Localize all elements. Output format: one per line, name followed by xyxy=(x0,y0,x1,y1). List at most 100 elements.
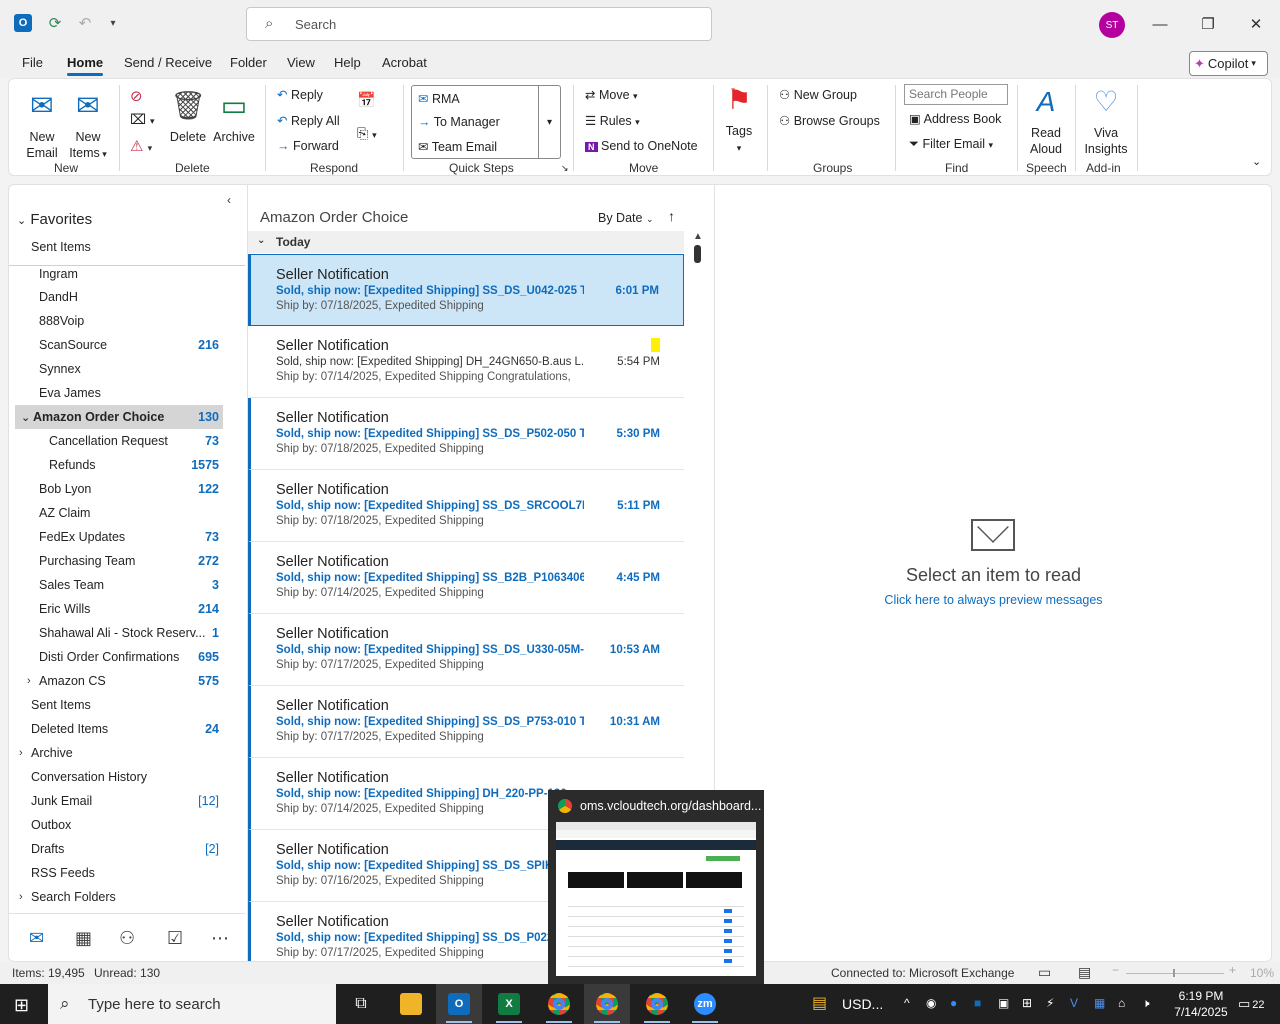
chevron-up-icon[interactable]: ^ xyxy=(904,996,910,1010)
junk-icon[interactable]: ⚠ ▾ xyxy=(130,137,152,155)
tab-home[interactable]: Home xyxy=(67,55,104,76)
reading-view-icon[interactable]: ▤ xyxy=(1078,964,1091,981)
folder-item[interactable]: Drafts [2] xyxy=(15,837,223,861)
folder-item-amazon-order-choice[interactable]: ⌄ Amazon Order Choice 130 xyxy=(15,405,223,429)
app-tray-icon[interactable]: V xyxy=(1070,996,1078,1010)
sync-icon[interactable]: ⟳ xyxy=(44,12,66,34)
wifi-icon[interactable]: ⌂ xyxy=(1118,996,1125,1010)
sort-direction-icon[interactable]: ↑ xyxy=(668,208,675,224)
copilot-button[interactable]: ✦ Copilot ▾ xyxy=(1189,51,1268,76)
folder-item[interactable]: › Search Folders xyxy=(15,885,223,909)
favorites-header[interactable]: ⌄ Favorites xyxy=(17,211,92,228)
scroll-up-icon[interactable]: ▲ xyxy=(693,231,703,242)
zoom-in-icon[interactable]: + xyxy=(1229,963,1236,977)
message-row[interactable]: Seller Notification Sold, ship now: [Exp… xyxy=(248,686,684,758)
folder-item[interactable]: Bob Lyon 122 xyxy=(15,477,223,501)
delete-button[interactable]: 🗑 Delete xyxy=(169,89,207,145)
message-row[interactable]: Seller Notification Sold, ship now: [Exp… xyxy=(248,470,684,542)
tags-button[interactable]: ⚑ Tags ▾ xyxy=(721,83,757,156)
message-row[interactable]: Seller Notification Sold, ship now: [Exp… xyxy=(248,614,684,686)
more-respond-icon[interactable]: ⎘ ▾ xyxy=(357,125,377,142)
network-tray-icon[interactable]: ⚡ xyxy=(1046,996,1054,1010)
chrome-taskbar-icon[interactable] xyxy=(536,984,582,1024)
folder-item[interactable]: Conversation History xyxy=(15,765,223,789)
quick-step-team-email[interactable]: ✉ Team Email xyxy=(418,139,497,154)
ignore-icon[interactable]: ⊘ xyxy=(130,87,143,105)
message-row[interactable]: Seller Notification Sold, ship now: [Exp… xyxy=(248,254,684,326)
message-row[interactable]: Seller Notification Sold, ship now: [Exp… xyxy=(248,326,684,398)
forward-button[interactable]: → Forward xyxy=(277,139,339,153)
folder-item[interactable]: Synnex xyxy=(15,357,223,381)
folder-item[interactable]: AZ Claim xyxy=(15,501,223,525)
taskbar-search[interactable]: ⌕ Type here to search xyxy=(48,984,336,1024)
folder-item[interactable]: Eric Wills 214 xyxy=(15,597,223,621)
dialog-launcher-icon[interactable]: ↘ xyxy=(561,163,569,174)
quick-steps-more-icon[interactable]: ▾ xyxy=(538,86,560,158)
taskbar-clock[interactable]: 6:19 PM 7/14/2025 xyxy=(1166,988,1236,1020)
folder-item[interactable]: Sent Items xyxy=(15,693,223,717)
customize-toolbar-icon[interactable]: ▾ xyxy=(102,12,124,34)
folder-item[interactable]: Refunds 1575 xyxy=(15,453,223,477)
notifications-icon[interactable]: ▭ 22 xyxy=(1238,996,1265,1012)
quick-step-to-manager[interactable]: → To Manager xyxy=(418,115,500,129)
zoom-tray-icon[interactable]: ● xyxy=(950,996,957,1010)
clean-up-icon[interactable]: ⌧ ▾ xyxy=(130,111,155,128)
group-header-today[interactable]: ⌄ Today xyxy=(248,231,684,253)
message-row[interactable]: Seller Notification Sold, ship now: [Exp… xyxy=(248,542,684,614)
people-icon[interactable]: ⚇ xyxy=(119,928,135,949)
search-people-input[interactable]: Search People xyxy=(904,84,1008,105)
meeting-icon[interactable]: 📅 xyxy=(357,91,376,109)
folder-item[interactable]: Sales Team 3 xyxy=(15,573,223,597)
ribbon-collapse-icon[interactable]: ⌄ xyxy=(1252,155,1261,168)
folder-item[interactable]: Ingram xyxy=(15,262,223,286)
folder-item[interactable]: Shahawal Ali - Stock Reserv... 1 xyxy=(15,621,223,645)
tab-help[interactable]: Help xyxy=(334,55,361,70)
reply-button[interactable]: ↶ Reply xyxy=(277,87,323,102)
task-view-icon[interactable]: ⧉ xyxy=(338,984,384,1024)
app-tray-icon-2[interactable]: ▦ xyxy=(1094,996,1105,1010)
folder-item[interactable]: Purchasing Team 272 xyxy=(15,549,223,573)
folder-item[interactable]: 888Voip xyxy=(15,309,223,333)
folder-item[interactable]: FedEx Updates 73 xyxy=(15,525,223,549)
new-group-button[interactable]: ⚇ New Group xyxy=(779,87,857,102)
folder-item[interactable]: ScanSource 216 xyxy=(15,333,223,357)
undo-icon[interactable]: ↶ xyxy=(74,12,96,34)
volume-icon[interactable]: 🕨 xyxy=(1142,996,1150,1011)
tab-send-receive[interactable]: Send / Receive xyxy=(124,55,212,70)
read-aloud-button[interactable]: A Read Aloud xyxy=(1025,85,1067,157)
new-items-button[interactable]: ✉ New Items ▾ xyxy=(67,89,109,162)
filter-email-button[interactable]: ⏷ Filter Email ▾ xyxy=(909,137,993,152)
category-tag-icon[interactable] xyxy=(651,338,660,352)
folder-item[interactable]: Junk Email [12] xyxy=(15,789,223,813)
folder-item[interactable]: Cancellation Request 73 xyxy=(15,429,223,453)
excel-taskbar-icon[interactable]: X xyxy=(486,984,532,1024)
viva-insights-button[interactable]: ♡ Viva Insights xyxy=(1081,85,1131,157)
zoom-slider-thumb[interactable] xyxy=(1173,969,1175,977)
outlook-taskbar-icon[interactable]: O xyxy=(436,984,482,1024)
close-icon[interactable]: ✕ xyxy=(1241,10,1271,38)
reply-all-button[interactable]: ↶ Reply All xyxy=(277,113,340,128)
minimize-icon[interactable]: — xyxy=(1145,10,1175,38)
maximize-icon[interactable]: ❐ xyxy=(1193,10,1223,38)
folder-item[interactable]: › Amazon CS 575 xyxy=(15,669,223,693)
outlook-tray-icon[interactable]: ■ xyxy=(974,996,981,1010)
scrollbar-thumb[interactable] xyxy=(694,245,701,263)
message-row[interactable]: Seller Notification Sold, ship now: [Exp… xyxy=(248,398,684,470)
folder-item[interactable]: Deleted Items 24 xyxy=(15,717,223,741)
folder-item[interactable]: Eva James xyxy=(15,381,223,405)
chrome-taskbar-icon-2[interactable] xyxy=(584,984,630,1024)
new-email-button[interactable]: ✉ New Email xyxy=(23,89,61,161)
zoom-out-icon[interactable]: − xyxy=(1112,963,1119,977)
folder-item[interactable]: Disti Order Confirmations 695 xyxy=(15,645,223,669)
tab-file[interactable]: File xyxy=(22,55,43,70)
windows-start-icon[interactable]: ⊞ xyxy=(14,995,29,1016)
normal-view-icon[interactable]: ▭ xyxy=(1038,964,1051,981)
folder-item[interactable]: › Archive xyxy=(15,741,223,765)
archive-button[interactable]: ▭ Archive xyxy=(211,89,257,145)
tab-view[interactable]: View xyxy=(287,55,315,70)
tab-acrobat[interactable]: Acrobat xyxy=(382,55,427,70)
taskbar-thumbnail-preview[interactable]: oms.vcloudtech.org/dashboard... xyxy=(548,790,764,984)
sort-by-dropdown[interactable]: By Date ⌄ xyxy=(598,211,654,225)
monitor-tray-icon[interactable]: ▣ xyxy=(998,996,1009,1010)
folder-item[interactable]: DandH xyxy=(15,285,223,309)
